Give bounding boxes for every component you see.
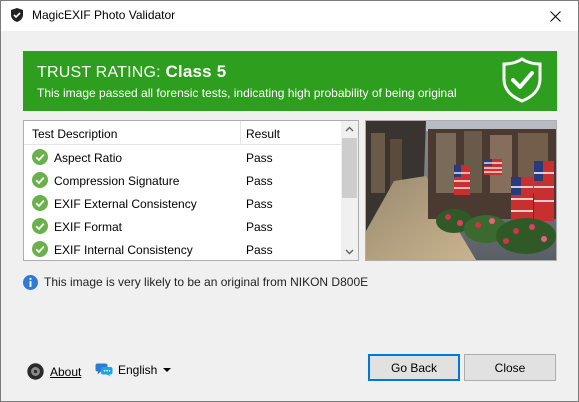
chevron-down-icon [163,368,172,372]
test-description: EXIF Internal Consistency [54,243,193,257]
app-icon [11,8,23,22]
go-back-button[interactable]: Go Back [368,354,460,381]
window-title: MagicEXIF Photo Validator [32,8,176,22]
info-icon [23,274,38,290]
scrollbar-thumb[interactable] [342,138,357,198]
language-selector[interactable]: English [95,363,172,377]
column-header-result[interactable]: Result [246,127,280,141]
test-results-table: Test Description Result Aspect Ratio Pas… [23,120,359,261]
test-result: Pass [246,197,273,211]
test-description: Compression Signature [54,174,180,188]
trust-rating-subtitle: This image passed all forensic tests, in… [37,86,457,100]
check-circle-icon [32,218,48,234]
table-row[interactable]: EXIF Format Pass [24,215,341,238]
test-result: Pass [246,174,273,188]
test-description: EXIF External Consistency [54,197,197,211]
trust-rating-title: TRUST RATING: Class 5 [37,62,226,82]
photo-thumbnail-image [366,121,556,260]
column-header-description[interactable]: Test Description [32,127,117,141]
verdict-line: This image is very likely to be an origi… [23,273,368,291]
table-row[interactable]: Compression Signature Pass [24,169,341,192]
window-close-button[interactable] [532,1,578,31]
app-window: MagicEXIF Photo Validator TRUST RATING: … [0,0,579,402]
test-result: Pass [246,243,273,257]
trust-rating-banner: TRUST RATING: Class 5 This image passed … [23,51,557,111]
title-bar: MagicEXIF Photo Validator [1,1,578,31]
photo-preview [365,120,557,261]
test-result: Pass [246,151,273,165]
language-label: English [118,363,158,377]
check-circle-icon [32,241,48,257]
scroll-down-arrow-icon[interactable] [345,247,354,256]
shield-check-icon [502,57,542,103]
scroll-up-arrow-icon[interactable] [345,125,354,134]
table-row[interactable]: EXIF External Consistency Pass [24,192,341,215]
trust-rating-value: Class 5 [165,62,227,81]
check-circle-icon [32,149,48,165]
table-row[interactable]: Aspect Ratio Pass [24,146,341,169]
table-row[interactable]: EXIF Internal Consistency Pass [24,238,341,261]
about-label: About [50,364,82,379]
test-result: Pass [246,220,273,234]
table-header: Test Description Result [24,121,341,145]
verdict-text: This image is very likely to be an origi… [44,275,369,289]
close-button[interactable]: Close [464,354,556,381]
column-divider[interactable] [240,121,241,145]
trust-rating-prefix: TRUST RATING: [37,64,161,81]
check-circle-icon [32,172,48,188]
disc-icon [27,363,44,380]
check-circle-icon [32,195,48,211]
about-link[interactable]: About [27,363,81,380]
table-scrollbar[interactable] [341,121,358,260]
language-chat-icon [95,363,113,377]
close-icon [549,10,561,22]
test-description: EXIF Format [54,220,123,234]
test-description: Aspect Ratio [54,151,123,165]
